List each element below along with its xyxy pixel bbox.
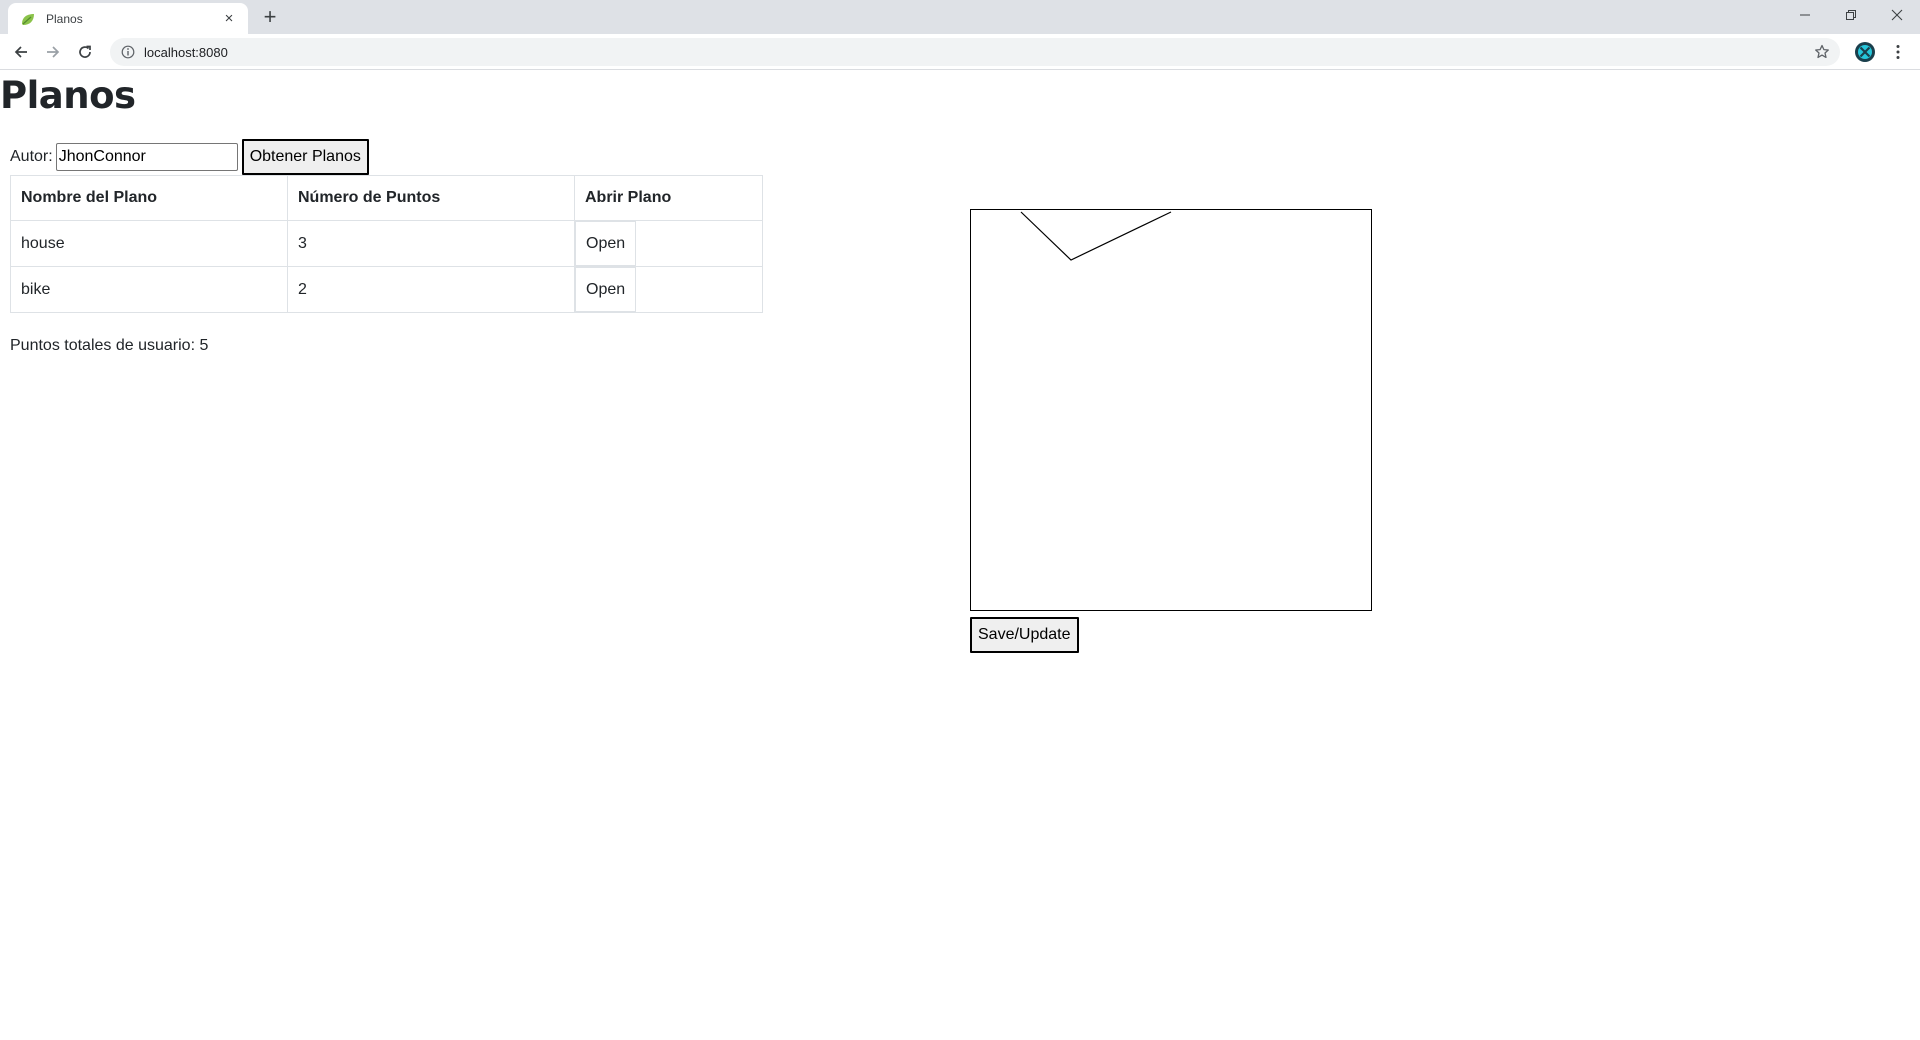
address-bar[interactable]: localhost:8080 [110,38,1840,66]
plan-name-cell: bike [10,266,288,313]
restore-icon[interactable] [1828,0,1874,30]
tab-close-icon[interactable]: × [220,10,238,28]
star-icon[interactable] [1812,42,1832,62]
new-tab-button[interactable]: + [258,5,282,29]
total-points-text: Puntos totales de usuario: 5 [10,337,209,354]
extension-icon[interactable] [1852,39,1878,65]
drawing-canvas[interactable] [970,209,1372,611]
leaf-favicon-icon [20,10,38,28]
browser-tab-strip: Planos × + [0,0,1920,34]
author-label: Autor: [10,148,53,165]
info-icon[interactable] [118,42,138,62]
get-plans-button[interactable]: Obtener Planos [241,139,369,175]
open-plan-button[interactable]: Open [575,267,637,312]
reload-icon[interactable] [71,38,99,66]
page-content: Planos Autor: Obtener Planos Nombre del … [0,70,1920,1040]
author-input[interactable] [55,143,238,171]
plan-open-cell: Open [574,220,763,267]
column-header-plan-name: Nombre del Plano [10,175,288,221]
table-row: bike 2 Open [10,266,763,313]
plan-name-cell: house [10,220,288,267]
plans-table: Nombre del Plano Número de Puntos Abrir … [10,175,763,313]
window-controls [1782,0,1920,30]
plan-points-cell: 2 [287,266,575,313]
save-update-button[interactable]: Save/Update [970,617,1079,653]
forward-arrow-icon[interactable] [39,38,67,66]
table-header-row: Nombre del Plano Número de Puntos Abrir … [10,175,763,221]
close-icon[interactable] [1874,0,1920,30]
url-text[interactable]: localhost:8080 [144,45,1840,60]
table-row: house 3 Open [10,220,763,267]
author-form: Autor: Obtener Planos [10,139,369,175]
plan-drawing-line [1020,211,1172,261]
browser-toolbar: localhost:8080 [0,34,1920,70]
browser-tab[interactable]: Planos × [8,3,248,34]
back-arrow-icon[interactable] [7,38,35,66]
page-title: Planos [0,74,136,117]
plan-points-cell: 3 [287,220,575,267]
column-header-open-plan: Abrir Plano [574,175,763,221]
minimize-icon[interactable] [1782,0,1828,30]
kebab-menu-icon[interactable] [1886,39,1910,65]
tab-title: Planos [46,11,83,26]
column-header-point-count: Número de Puntos [287,175,575,221]
plan-open-cell: Open [574,266,763,313]
open-plan-button[interactable]: Open [575,221,637,266]
